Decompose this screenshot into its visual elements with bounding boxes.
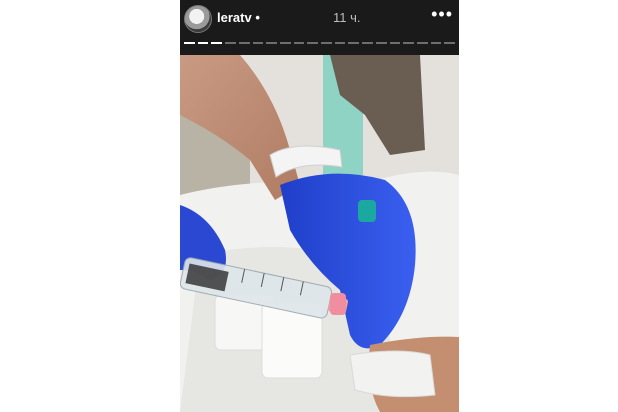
progress-segment [321,42,332,44]
progress-segment [225,42,236,44]
bandage [349,350,436,398]
progress-segment [348,42,360,44]
progress-segment [334,42,346,44]
progress-segment [430,42,442,44]
progress-segment [238,42,250,44]
separator-dot: • [255,10,260,25]
progress-segment [403,42,414,44]
progress-segment [197,42,209,44]
progress-segment [444,42,456,44]
progress-segment [266,42,277,44]
pink-connector [330,293,346,315]
progress-segment [389,42,401,44]
progress-segment [362,42,373,44]
progress-segment [279,42,291,44]
story-progress-bar [184,42,456,44]
story-photo [180,55,459,412]
progress-segment [252,42,264,44]
story-viewer: leratv • 11 ч. ••• [180,0,459,412]
progress-segment [184,42,195,44]
progress-segment [416,42,428,44]
progress-segment [375,42,387,44]
progress-segment [211,42,223,44]
syringe-cap [358,200,376,222]
more-dots-icon[interactable]: ••• [431,4,453,25]
post-time: 11 ч. [333,10,361,25]
username[interactable]: leratv • [217,10,260,25]
progress-segment [307,42,319,44]
story-header: leratv • 11 ч. ••• [180,0,459,55]
avatar[interactable] [184,5,212,33]
progress-segment [293,42,305,44]
